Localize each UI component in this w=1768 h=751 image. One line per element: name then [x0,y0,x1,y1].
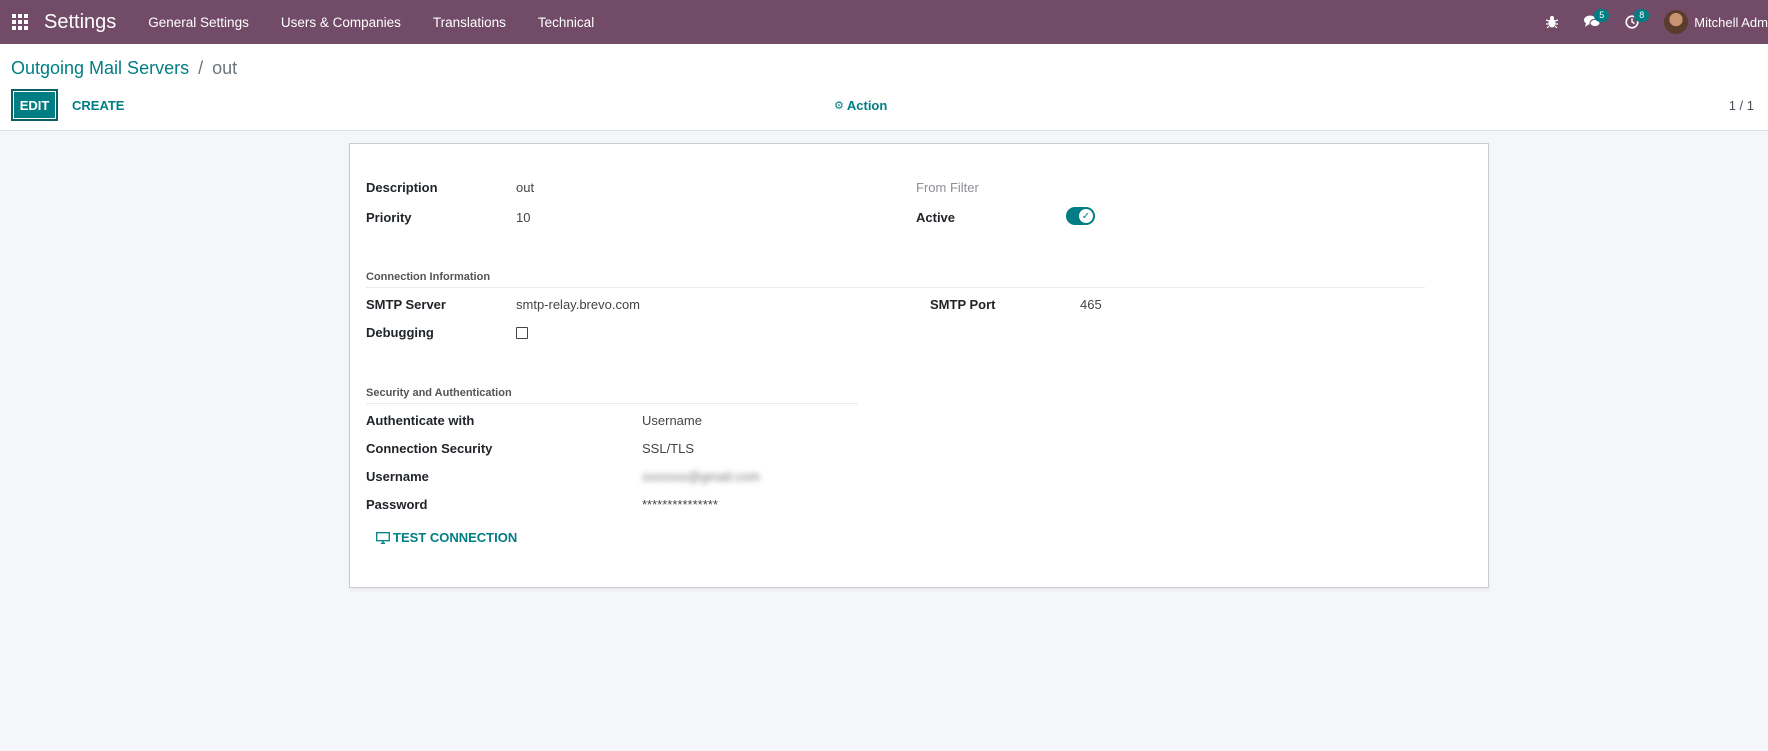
action-label: Action [846,97,888,113]
password-label: Password [366,497,428,512]
smtp-server-field[interactable]: smtp-relay.brevo.com [516,297,640,312]
breadcrumb-separator: / [198,58,204,78]
connection-security-field[interactable]: SSL/TLS [642,441,694,456]
from-filter-label: From Filter [916,180,979,195]
test-connection-button[interactable]: TEST CONNECTION [376,530,517,545]
authenticate-with-label: Authenticate with [366,413,475,428]
smtp-port-field[interactable]: 465 [1080,297,1102,312]
menu-technical[interactable]: Technical [522,0,610,44]
username-label: Username [366,469,429,484]
smtp-port-label: SMTP Port [930,297,996,312]
smtp-server-label: SMTP Server [366,297,446,312]
user-menu[interactable]: Mitchell Adm [1652,0,1768,44]
debugging-label: Debugging [366,325,434,340]
debug-bug-icon[interactable] [1532,0,1572,44]
debugging-checkbox[interactable] [516,327,528,339]
control-panel: Outgoing Mail Servers / out EDIT CREATE … [0,44,1768,131]
app-title[interactable]: Settings [44,11,116,34]
breadcrumb-current: out [212,58,238,78]
security-section-title: Security and Authentication [366,387,512,399]
edit-button[interactable]: EDIT [11,89,58,121]
messages-count-badge: 5 [1594,9,1610,22]
test-connection-label: TEST CONNECTION [393,530,518,545]
connection-section-title: Connection Information [366,271,491,283]
authenticate-with-field[interactable]: Username [642,413,702,428]
gear-icon: ⚙ [834,99,844,112]
priority-label: Priority [366,210,412,225]
active-label: Active [916,210,956,225]
avatar [1664,10,1689,34]
description-label: Description [366,180,438,195]
description-field[interactable]: out [516,180,534,195]
breadcrumb-parent-link[interactable]: Outgoing Mail Servers [11,58,189,78]
check-icon: ✓ [1079,209,1093,223]
menu-general-settings[interactable]: General Settings [132,0,265,44]
create-button[interactable]: CREATE [72,89,124,121]
activities-count-badge: 8 [1634,9,1650,22]
form-sheet: Description out Priority 10 From Filter … [349,143,1489,588]
messages-icon[interactable]: 5 [1572,0,1612,44]
connection-section-divider [366,287,1425,288]
username-field[interactable]: xxxxxxx@gmail.com [642,469,760,484]
connection-security-label: Connection Security [366,441,493,456]
menu-translations[interactable]: Translations [417,0,522,44]
action-menu-button[interactable]: ⚙ Action [834,89,887,121]
user-name: Mitchell Adm [1694,14,1768,30]
apps-menu-icon[interactable] [0,0,40,44]
pager[interactable]: 1 / 1 [1729,89,1754,121]
top-navbar: Settings General Settings Users & Compan… [0,0,1768,44]
active-toggle[interactable]: ✓ [1066,207,1095,225]
password-field[interactable]: *************** [642,497,718,512]
priority-field[interactable]: 10 [516,210,530,225]
activities-clock-icon[interactable]: 8 [1612,0,1652,44]
breadcrumb: Outgoing Mail Servers / out [11,58,237,79]
menu-users-companies[interactable]: Users & Companies [265,0,417,44]
monitor-icon [376,531,390,544]
security-section-divider [366,403,858,404]
